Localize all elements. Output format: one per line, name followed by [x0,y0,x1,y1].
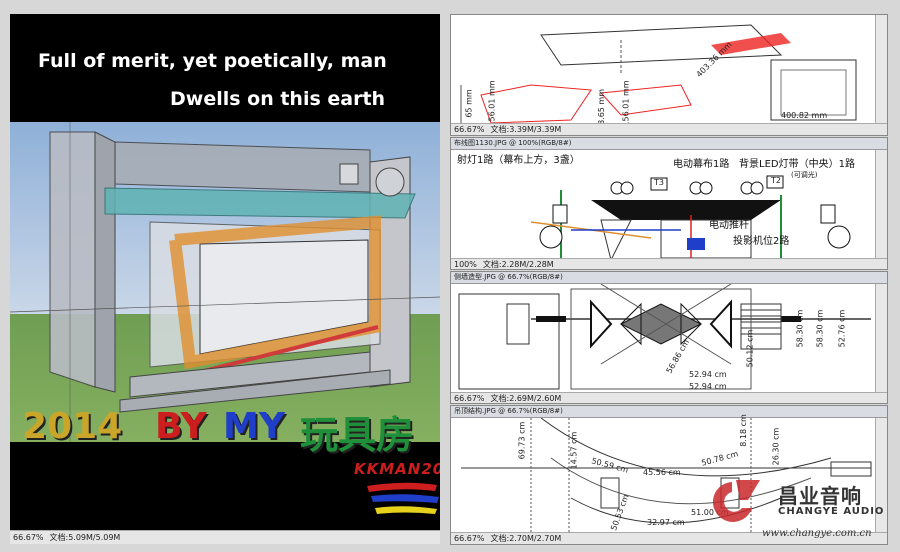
poem-line-1: Full of merit, yet poetically, man [38,50,387,72]
vertical-scrollbar[interactable] [875,15,887,123]
zoom-level[interactable]: 66.67% [454,125,485,134]
dimension-label: 50.12 cm [745,329,755,368]
doc-size: 文档:2.28M/2.28M [482,259,554,269]
title-my: MY [223,406,285,447]
zoom-level[interactable]: 100% [454,260,477,269]
wiring-label: 投影机位2路 [733,236,790,247]
document-tab[interactable]: 布线图1130.JPG @ 100%(RGB/8#) [451,138,887,150]
brand-name-en: CHANGYE AUDIO [778,506,885,517]
doc-size: 文档:5.09M/5.09M [49,533,121,542]
dimension-label: 58.30 cm [795,309,805,348]
doc-size: 文档:3.39M/3.39M [490,125,562,134]
pane-1-status-bar: 66.67% 文档:3.39M/3.39M [451,123,887,135]
document-pane-3: 侧墙造型.JPG @ 66.7%(RGB/8#) 52.94 cm 52.94 … [450,271,888,404]
dimension-label: 58.30 cm [815,309,825,348]
zoom-level[interactable]: 66.67% [13,533,44,542]
dimension-label: 45.56 cm [643,468,681,477]
title-by: BY [155,406,207,447]
vertical-scrollbar[interactable] [875,150,887,258]
dimension-label: 26.30 cm [771,427,781,466]
wiring-diagram [530,175,851,258]
poem-line-2: Dwells on this earth [170,88,386,110]
sketchup-render-window: Full of merit, yet poetically, man Dwell… [10,14,440,544]
zoom-level[interactable]: 66.67% [454,534,485,543]
zoom-level[interactable]: 66.67% [454,394,485,403]
vertical-scrollbar[interactable] [875,284,887,392]
cad-elevation-drawing [460,24,857,123]
document-pane-1: 65 mm 156.01 mm 28.65 mm 156.01 mm 403.3… [450,14,888,136]
changye-logo-icon [712,480,760,522]
document-pane-2: 布线图1130.JPG @ 100%(RGB/8#) 射灯1路（幕布上方，3盏）… [450,137,888,270]
document-tab[interactable]: 侧墙造型.JPG @ 66.7%(RGB/8#) [451,272,887,284]
dimension-label: 14.57 cm [569,431,579,470]
dimension-label: 52.94 cm [689,382,727,391]
wiring-tag: T3 [654,178,664,187]
document-tab[interactable]: 吊顶结构.JPG @ 66.7%(RGB/8#) [451,406,887,418]
dimension-label: 8.18 cm [738,414,748,447]
title-cn: 玩具房 [300,413,415,457]
signature: KKMAN2002 [354,460,440,478]
dimension-label: 32.97 cm [647,518,685,527]
changye-watermark: 昌业音响 CHANGYE AUDIO www.changye.com.cn [696,474,896,546]
side-wall-elevation [458,284,871,390]
brush-strokes-logo [367,482,439,514]
doc-size: 文档:2.69M/2.60M [490,393,562,403]
dimension-label: 65 mm [464,89,474,118]
dimension-label: 52.76 cm [837,309,847,348]
pane-2-status-bar: 100% 文档:2.28M/2.28M [451,258,887,269]
left-status-bar: 66.67% 文档:5.09M/5.09M [10,530,440,544]
doc-size: 文档:2.70M/2.70M [490,534,562,543]
dimension-label: 156.01 mm [621,80,631,127]
3d-model-render [10,122,440,442]
dimension-label: 400.82 mm [781,111,828,120]
title-year: 2014 [22,406,123,447]
pane-3-status-bar: 66.67% 文档:2.69M/2.60M [451,392,887,403]
wiring-label: 电动推杆 [709,220,749,231]
dimension-label: 69.73 cm [517,421,527,460]
dimension-label: 52.94 cm [689,370,727,379]
dimension-label: 156.01 mm [487,80,497,127]
brand-url[interactable]: www.changye.com.cn [762,528,872,539]
wiring-tag: T2 [771,176,781,185]
brand-name-cn: 昌业音响 [778,484,862,508]
